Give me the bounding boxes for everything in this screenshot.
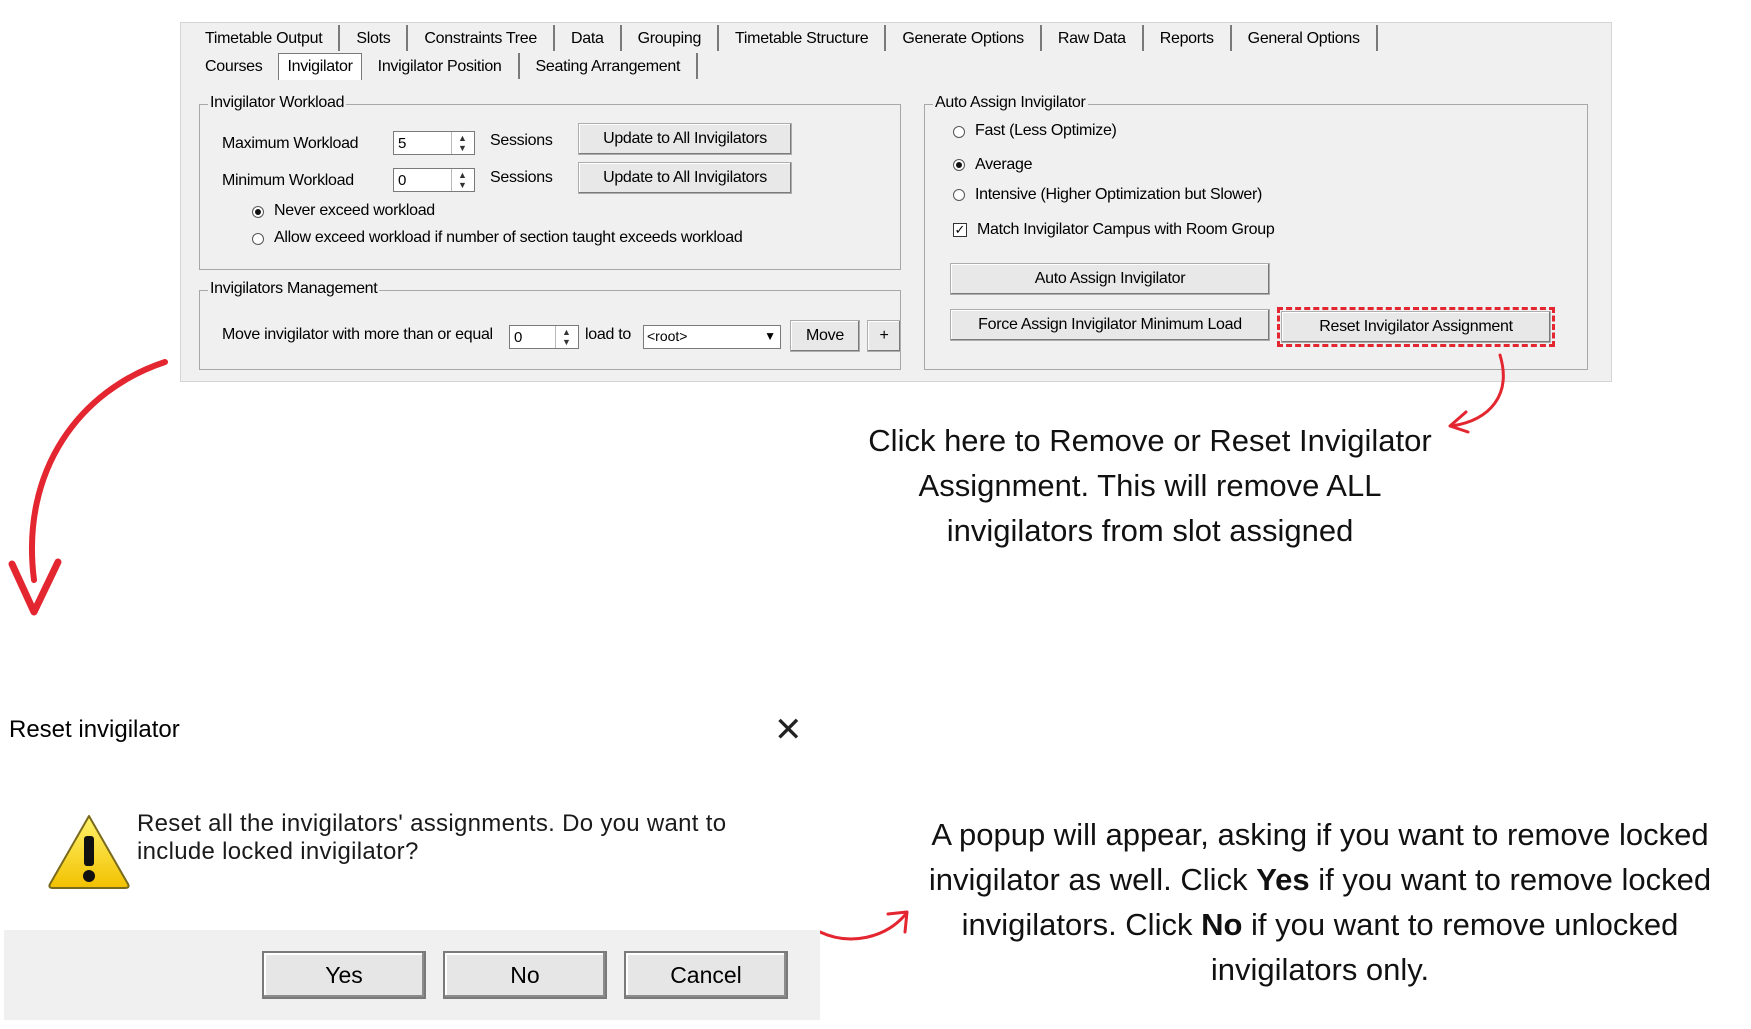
annotation-popup-note: A popup will appear, asking if you want … (905, 812, 1735, 992)
dialog-message: Reset all the invigilators' assignments.… (137, 810, 727, 865)
popup-arrow-curve (818, 913, 907, 941)
cancel-button[interactable]: Cancel (624, 951, 788, 999)
big-arrow-curve (29, 359, 168, 583)
annotation-yes-emphasis: Yes (1256, 862, 1310, 897)
small-arrow-curve (1450, 353, 1505, 428)
yes-button[interactable]: Yes (262, 951, 426, 999)
close-icon[interactable]: ✕ (774, 710, 803, 750)
annotation-reset-note: Click here to Remove or Reset Invigilato… (868, 423, 1432, 548)
no-button[interactable]: No (443, 951, 607, 999)
dialog-title: Reset invigilator (9, 716, 180, 743)
warning-icon (48, 815, 130, 889)
annotation-popup-text-3: if you want to remove unlocked invigilat… (1210, 907, 1679, 987)
annotation-no-emphasis: No (1201, 907, 1243, 942)
